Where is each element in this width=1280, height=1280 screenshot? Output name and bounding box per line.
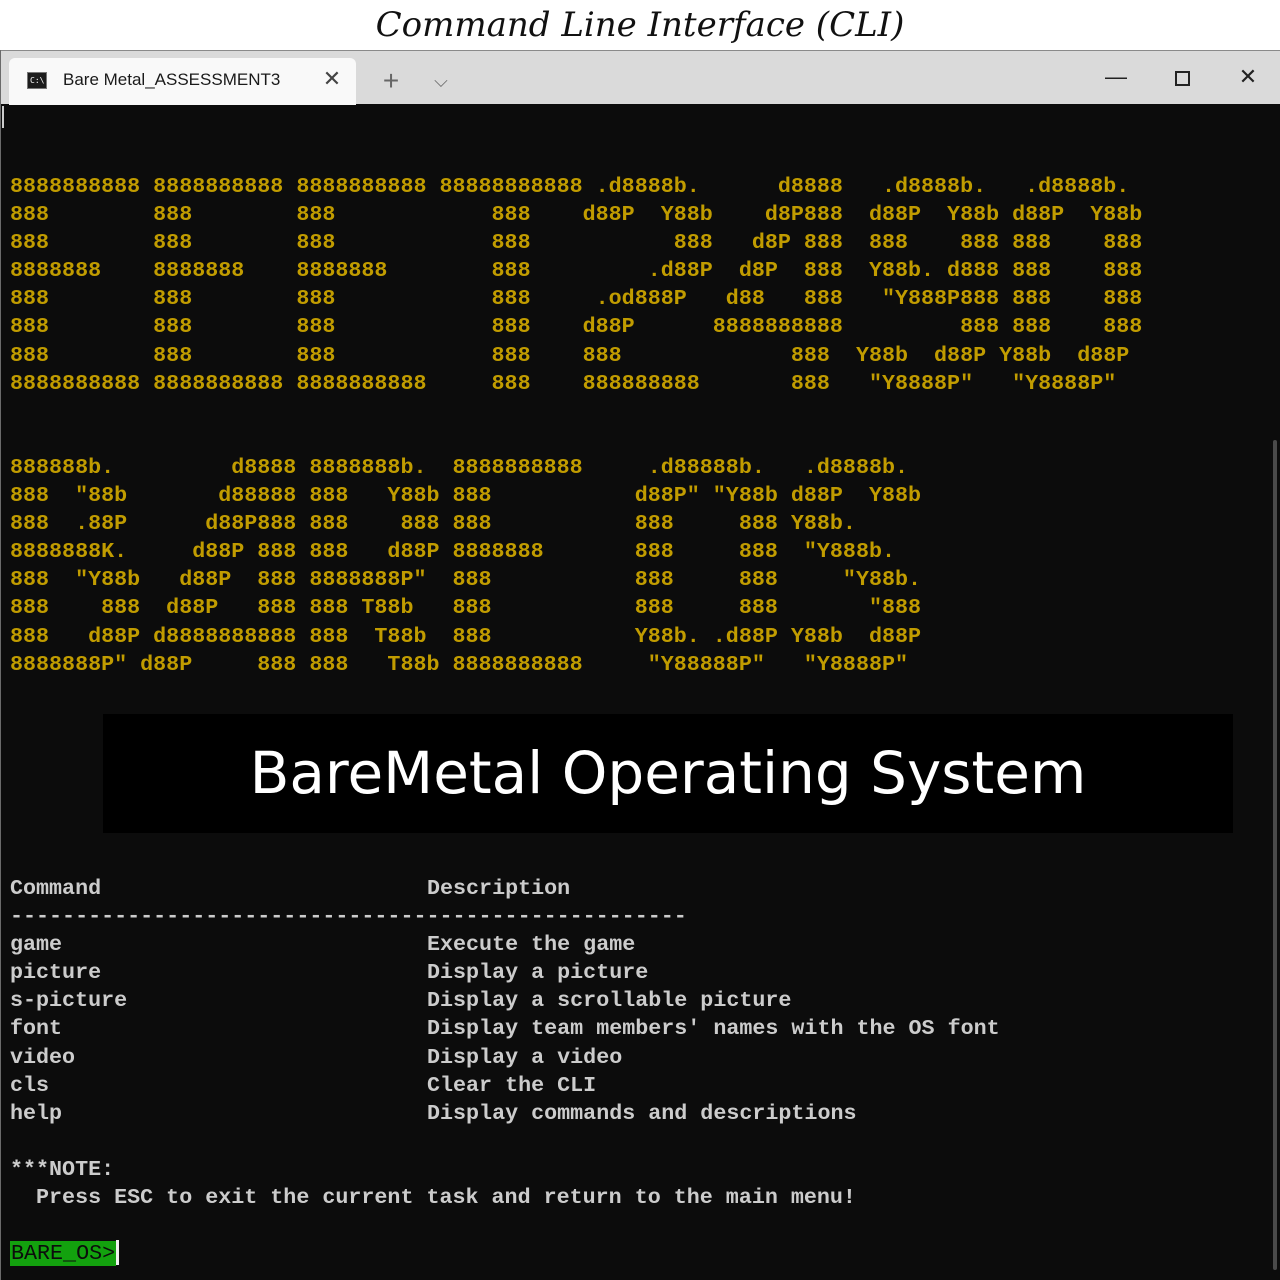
table-row: font Display team members' names with th…: [10, 1015, 1110, 1043]
banner-line: 888 .88P d88P888 888 888 888 888 888 Y88…: [10, 511, 856, 537]
tab-title: Bare Metal_ASSESSMENT3: [63, 70, 281, 89]
banner-line: 8888888K. d88P 888 888 d88P 8888888 888 …: [10, 539, 895, 565]
header-description: Description: [427, 876, 571, 901]
help-header: Command Description: [10, 875, 1110, 903]
ascii-banner-bare-os: 888888b. d8888 8888888b. 8888888888 .d88…: [10, 454, 921, 679]
table-row: picture Display a picture: [10, 959, 1110, 987]
terminal-output[interactable]: 8888888888 8888888888 8888888888 8888888…: [10, 104, 1280, 1280]
table-row: game Execute the game: [10, 931, 1110, 959]
command-description: Display a picture: [427, 960, 649, 986]
header-command: Command: [10, 876, 102, 901]
command-name: cls: [10, 1072, 50, 1098]
banner-line: 888 d88P d8888888888 888 T88b 888 Y88b. …: [10, 623, 922, 649]
banner-line: 8888888888 8888888888 8888888888 888 888…: [10, 370, 1117, 396]
maximize-button[interactable]: [1157, 56, 1207, 98]
banner-line: 8888888888 8888888888 8888888888 8888888…: [10, 174, 1130, 199]
table-row: cls Clear the CLI: [10, 1072, 1110, 1100]
os-title-banner: BareMetal Operating System: [103, 714, 1233, 833]
shell-prompt: BARE_OS>: [10, 1241, 117, 1266]
note-title: ***NOTE:: [10, 1157, 115, 1182]
maximize-icon: [1174, 70, 1190, 86]
command-name: video: [10, 1044, 76, 1070]
note-block: ***NOTE: Press ESC to exit the current t…: [10, 1156, 856, 1212]
table-row: video Display a video: [10, 1044, 1110, 1072]
command-name: font: [10, 1016, 63, 1042]
banner-line: 888 888 888 888 d88P Y88b d8P888 d88P Y8…: [10, 202, 1143, 228]
table-row: s-picture Display a scrollable picture: [10, 987, 1110, 1015]
tab-bare-metal[interactable]: C:\ Bare Metal_ASSESSMENT3 ✕: [9, 58, 356, 105]
scrollbar[interactable]: [1273, 440, 1277, 1270]
banner-line: 8888888P" d88P 888 888 T88b 8888888888 "…: [10, 651, 909, 677]
tab-close-button[interactable]: ✕: [317, 64, 347, 94]
header-separator: ----------------------------------------…: [10, 904, 687, 930]
cmd-prompt-icon: C:\: [27, 72, 47, 89]
banner-line: 888 888 888 888 888 d8P 888 888 888 888 …: [10, 230, 1143, 256]
banner-line: 888 "Y88b d88P 888 8888888P" 888 888 888…: [10, 567, 922, 593]
command-name: help: [10, 1100, 63, 1126]
banner-line: 888888b. d8888 8888888b. 8888888888 .d88…: [10, 455, 909, 480]
command-description: Execute the game: [427, 932, 636, 958]
command-name: game: [10, 932, 63, 958]
help-table: Command Description --------------------…: [10, 875, 1110, 1128]
ascii-banner-eee: 8888888888 8888888888 8888888888 8888888…: [10, 173, 1142, 398]
title-bar: C:\ Bare Metal_ASSESSMENT3 ✕ + ⌵ — ✕: [1, 50, 1280, 105]
command-description: Display commands and descriptions: [427, 1100, 857, 1126]
banner-line: 888 888 d88P 888 888 T88b 888 888 888 "8…: [10, 595, 922, 621]
minimize-button[interactable]: —: [1091, 56, 1141, 98]
banner-line: 8888888 8888888 8888888 888 .d88P d8P 88…: [10, 258, 1143, 284]
terminal-window: C:\ Bare Metal_ASSESSMENT3 ✕ + ⌵ — ✕ 888…: [0, 50, 1280, 1280]
table-row: help Display commands and descriptions: [10, 1100, 1110, 1128]
tab-dropdown-button[interactable]: ⌵: [425, 63, 457, 99]
command-description: Display team members' names with the OS …: [427, 1016, 1000, 1042]
banner-line: 888 888 888 888 d88P 8888888888 888 888 …: [10, 314, 1143, 340]
banner-line: 888 888 888 888 888 888 Y88b d88P Y88b d…: [10, 342, 1130, 368]
banner-line: 888 888 888 888 .od888P d88 888 "Y888P88…: [10, 286, 1143, 312]
text-cursor: [2, 106, 4, 128]
input-caret: [116, 1240, 120, 1265]
command-name: s-picture: [10, 988, 128, 1014]
close-window-button[interactable]: ✕: [1223, 56, 1273, 98]
new-tab-button[interactable]: +: [373, 63, 409, 99]
command-description: Display a video: [427, 1044, 623, 1070]
command-input-line[interactable]: BARE_OS>: [10, 1240, 120, 1268]
note-text: Press ESC to exit the current task and r…: [10, 1185, 856, 1211]
banner-line: 888 "88b d88888 888 Y88b 888 d88P" "Y88b…: [10, 483, 922, 509]
command-description: Clear the CLI: [427, 1072, 597, 1098]
command-description: Display a scrollable picture: [427, 988, 792, 1014]
command-name: picture: [10, 960, 102, 986]
figure-caption: Command Line Interface (CLI): [0, 0, 1280, 50]
